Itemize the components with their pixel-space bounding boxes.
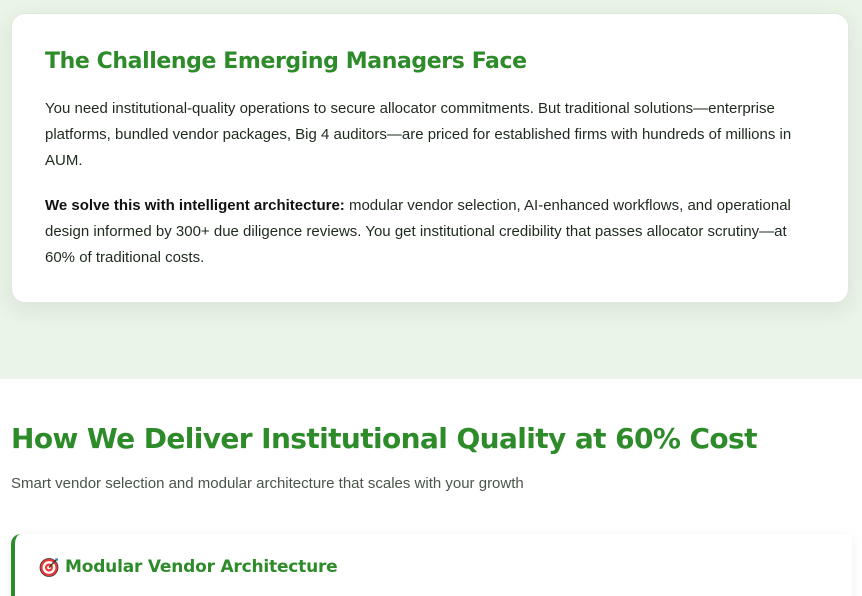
feature-card-modular-vendor: Modular Vendor Architecture [11,534,852,596]
solution-lead: We solve this with intelligent architect… [45,197,345,214]
feature-title: Modular Vendor Architecture [65,557,338,577]
deliver-section-subtitle: Smart vendor selection and modular archi… [11,475,524,492]
challenge-paragraph: You need institutional-quality operation… [45,100,792,169]
deliver-section-title: How We Deliver Institutional Quality at … [11,422,757,455]
feature-header: Modular Vendor Architecture [39,556,338,578]
solution-paragraph: We solve this with intelligent architect… [45,193,814,271]
challenge-card: The Challenge Emerging Managers Face You… [11,13,849,303]
target-icon [39,557,59,577]
challenge-title: The Challenge Emerging Managers Face [45,49,527,74]
